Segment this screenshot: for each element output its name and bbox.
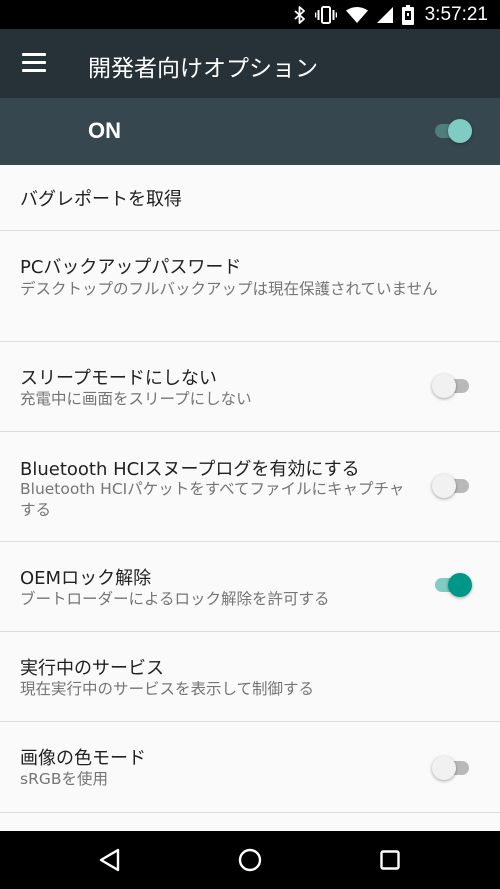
navigation-bar [0, 831, 500, 889]
setting-title: Bluetooth HCIスヌープログを有効にする [20, 459, 360, 480]
oem-unlock-toggle[interactable] [432, 572, 472, 598]
master-switch-label: ON [88, 118, 121, 143]
stay-awake-toggle[interactable] [432, 373, 472, 399]
picture-color-mode-toggle[interactable] [432, 755, 472, 781]
setting-title: PCバックアップパスワード [20, 257, 242, 278]
bluetooth-icon [293, 5, 305, 24]
status-bar: 3:57:21 [0, 0, 500, 29]
wifi-icon [345, 6, 368, 23]
vibrate-icon [314, 5, 337, 24]
setting-bug-report[interactable]: バグレポートを取得 [0, 165, 500, 231]
setting-picture-color-mode[interactable]: 画像の色モード sRGBを使用 [0, 722, 500, 813]
setting-oem-unlock[interactable]: OEMロック解除 ブートローダーによるロック解除を許可する [0, 542, 500, 632]
setting-bluetooth-hci-snoop[interactable]: Bluetooth HCIスヌープログを有効にする Bluetooth HCIパ… [0, 432, 500, 542]
recents-icon[interactable] [375, 845, 405, 875]
setting-summary: sRGBを使用 [20, 770, 108, 788]
master-switch-bar[interactable]: ON [0, 98, 500, 165]
setting-title: OEMロック解除 [20, 568, 152, 589]
setting-title: スリープモードにしない [20, 368, 217, 389]
setting-title: 実行中のサービス [20, 658, 164, 679]
status-clock: 3:57:21 [424, 3, 488, 25]
home-icon[interactable] [235, 845, 265, 875]
cellular-signal-icon [376, 6, 393, 23]
setting-running-services[interactable]: 実行中のサービス 現在実行中のサービスを表示して制御する [0, 632, 500, 722]
status-icons: 3:57:21 [293, 0, 488, 29]
setting-summary: ブートローダーによるロック解除を許可する [20, 590, 330, 608]
master-toggle-switch[interactable] [432, 118, 472, 144]
back-icon[interactable] [96, 845, 126, 875]
setting-summary: 現在実行中のサービスを表示して制御する [20, 680, 315, 698]
setting-summary: 充電中に画面をスリープにしない [20, 390, 252, 408]
setting-stay-awake[interactable]: スリープモードにしない 充電中に画面をスリープにしない [0, 342, 500, 432]
setting-title: バグレポートを取得 [20, 189, 182, 210]
settings-list: バグレポートを取得 PCバックアップパスワード デスクトップのフルバックアップは… [0, 165, 500, 831]
setting-summary: デスクトップのフルバックアップは現在保護されていません [20, 280, 438, 298]
battery-icon [401, 4, 414, 25]
setting-pc-backup-password[interactable]: PCバックアップパスワード デスクトップのフルバックアップは現在保護されていませ… [0, 231, 500, 342]
bluetooth-hci-snoop-toggle[interactable] [432, 473, 472, 499]
setting-title: 画像の色モード [20, 748, 146, 769]
app-bar: 開発者向けオプション [0, 29, 500, 98]
setting-summary: Bluetooth HCIパケットをすべてファイルにキャプチャする [20, 480, 405, 519]
page-title: 開発者向けオプション [88, 56, 318, 82]
hamburger-menu-icon[interactable] [22, 53, 46, 73]
